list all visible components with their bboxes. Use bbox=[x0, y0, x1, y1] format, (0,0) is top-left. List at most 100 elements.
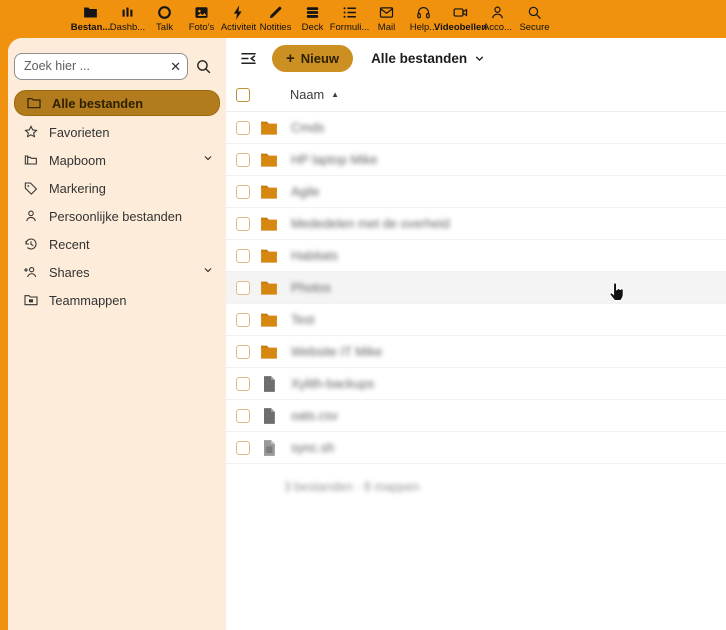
sidebar-item-teammappen[interactable]: Teammappen bbox=[12, 286, 222, 314]
files-icon bbox=[82, 4, 99, 21]
sidebar-item-label: Persoonlijke bestanden bbox=[49, 208, 183, 224]
row-checkbox[interactable] bbox=[236, 440, 250, 455]
sort-ascending-icon: ▲ bbox=[331, 90, 340, 99]
file-name: Cmds bbox=[291, 120, 325, 135]
sidebar-item-shares[interactable]: Shares bbox=[12, 258, 222, 286]
sidebar-item-label: Teammappen bbox=[49, 292, 127, 308]
row-checkbox[interactable] bbox=[236, 248, 250, 263]
sidebar-item-label: Recent bbox=[49, 236, 90, 252]
folder-icon bbox=[259, 246, 279, 266]
notes-icon bbox=[267, 4, 284, 21]
team-folder-icon bbox=[22, 292, 39, 309]
app-navigation-bar: Bestan... Dashb... Talk Foto's Activitei… bbox=[0, 0, 726, 38]
row-checkbox[interactable] bbox=[236, 280, 250, 295]
files-main: + Nieuw Alle bestanden Naam ▲ Cmds HP la… bbox=[226, 38, 726, 630]
search-icon[interactable] bbox=[188, 52, 218, 80]
file-row[interactable]: Cmds bbox=[226, 112, 726, 144]
topbar-app-videobellen[interactable]: Videobellen bbox=[434, 0, 487, 33]
folder-icon bbox=[259, 182, 279, 202]
column-header-name[interactable]: Naam ▲ bbox=[290, 87, 339, 102]
row-checkbox[interactable] bbox=[236, 376, 250, 391]
folder-icon bbox=[259, 150, 279, 170]
search-input[interactable] bbox=[14, 52, 188, 80]
sidebar-item-markering[interactable]: Markering bbox=[12, 174, 222, 202]
topbar-app-activiteit[interactable]: Activiteit bbox=[220, 0, 257, 33]
file-name: Photos bbox=[291, 280, 331, 295]
topbar-app-acco[interactable]: Acco... bbox=[479, 0, 516, 33]
chevron-down-icon[interactable] bbox=[202, 263, 214, 281]
help-icon bbox=[415, 4, 432, 21]
new-button[interactable]: + Nieuw bbox=[272, 44, 354, 72]
file-name: oats.csv bbox=[291, 408, 338, 423]
file-row[interactable]: Photos bbox=[226, 272, 726, 304]
photos-icon bbox=[193, 4, 210, 21]
file-name: HP laptop Mike bbox=[291, 152, 378, 167]
topbar-app-deck[interactable]: Deck bbox=[294, 0, 331, 33]
topbar-app-mail[interactable]: Mail bbox=[368, 0, 405, 33]
file-row[interactable]: Xylith-backups bbox=[226, 368, 726, 400]
app-label: Deck bbox=[301, 22, 324, 33]
folder-icon bbox=[259, 342, 279, 362]
app-label: Bestan... bbox=[70, 22, 111, 33]
mail-icon bbox=[378, 4, 395, 21]
sidebar-nav: Alle bestanden Favorieten Mapboom Marker… bbox=[8, 90, 226, 314]
topbar-app-fotos[interactable]: Foto's bbox=[183, 0, 220, 33]
app-label: Foto's bbox=[188, 22, 215, 33]
sidebar-item-favorieten[interactable]: Favorieten bbox=[12, 118, 222, 146]
secure-icon bbox=[526, 4, 543, 21]
sidebar-item-label: Shares bbox=[49, 264, 90, 280]
app-label: Notities bbox=[259, 22, 292, 33]
star-icon bbox=[22, 124, 39, 141]
topbar-app-notities[interactable]: Notities bbox=[257, 0, 294, 33]
app-label: Formuli... bbox=[329, 22, 370, 33]
row-checkbox[interactable] bbox=[236, 344, 250, 359]
topbar-app-secure[interactable]: Secure bbox=[516, 0, 553, 33]
select-all-checkbox[interactable] bbox=[236, 87, 250, 102]
clear-search-icon[interactable]: ✕ bbox=[170, 58, 181, 75]
row-checkbox[interactable] bbox=[236, 312, 250, 327]
topbar-app-formuli[interactable]: Formuli... bbox=[329, 0, 370, 33]
file-row[interactable]: sync.sh bbox=[226, 432, 726, 464]
file-row[interactable]: oats.csv bbox=[226, 400, 726, 432]
file-row[interactable]: Mededelen met de overheid bbox=[226, 208, 726, 240]
sidebar-item-label: Favorieten bbox=[49, 124, 110, 140]
sidebar-item-label: Mapboom bbox=[49, 152, 106, 168]
sidebar-item-label: Alle bestanden bbox=[52, 95, 144, 111]
app-label: Activiteit bbox=[220, 22, 257, 33]
topbar-app-talk[interactable]: Talk bbox=[146, 0, 183, 33]
file-row[interactable]: Website IT Mike bbox=[226, 336, 726, 368]
file-name: Test bbox=[291, 312, 315, 327]
sidebar-item-mapboom[interactable]: Mapboom bbox=[12, 146, 222, 174]
chevron-down-icon[interactable] bbox=[202, 151, 214, 169]
topbar-app-dashb[interactable]: Dashb... bbox=[109, 0, 146, 33]
row-checkbox[interactable] bbox=[236, 408, 250, 423]
topbar-app-bestan[interactable]: Bestan... bbox=[70, 0, 111, 33]
video-call-icon bbox=[452, 4, 469, 21]
app-label: Talk bbox=[156, 22, 173, 33]
file-name: sync.sh bbox=[291, 440, 335, 455]
view-selector[interactable]: Alle bestanden bbox=[371, 51, 486, 66]
folder-icon bbox=[259, 214, 279, 234]
app-label: Mail bbox=[377, 22, 396, 33]
user-icon bbox=[22, 208, 39, 225]
app-label: Secure bbox=[519, 22, 550, 33]
file-name: Website IT Mike bbox=[291, 344, 383, 359]
file-row[interactable]: Agile bbox=[226, 176, 726, 208]
row-checkbox[interactable] bbox=[236, 216, 250, 231]
file-row[interactable]: Test bbox=[226, 304, 726, 336]
file-row[interactable]: HP laptop Mike bbox=[226, 144, 726, 176]
file-name: Habitats bbox=[291, 248, 338, 263]
file-row[interactable]: Habitats bbox=[226, 240, 726, 272]
chevron-down-icon bbox=[475, 55, 484, 61]
content-shell: ✕ Alle bestanden Favorieten bbox=[8, 38, 726, 630]
sidebar-item-persoonlijke-bestanden[interactable]: Persoonlijke bestanden bbox=[12, 202, 222, 230]
sidebar-item-alle-bestanden[interactable]: Alle bestanden bbox=[14, 90, 220, 116]
collapse-sidebar-icon[interactable] bbox=[236, 46, 260, 70]
sidebar-item-recent[interactable]: Recent bbox=[12, 230, 222, 258]
row-checkbox[interactable] bbox=[236, 184, 250, 199]
row-checkbox[interactable] bbox=[236, 152, 250, 167]
deck-icon bbox=[304, 4, 321, 21]
share-users-icon bbox=[22, 264, 39, 281]
file-icon bbox=[259, 374, 279, 394]
row-checkbox[interactable] bbox=[236, 120, 250, 135]
